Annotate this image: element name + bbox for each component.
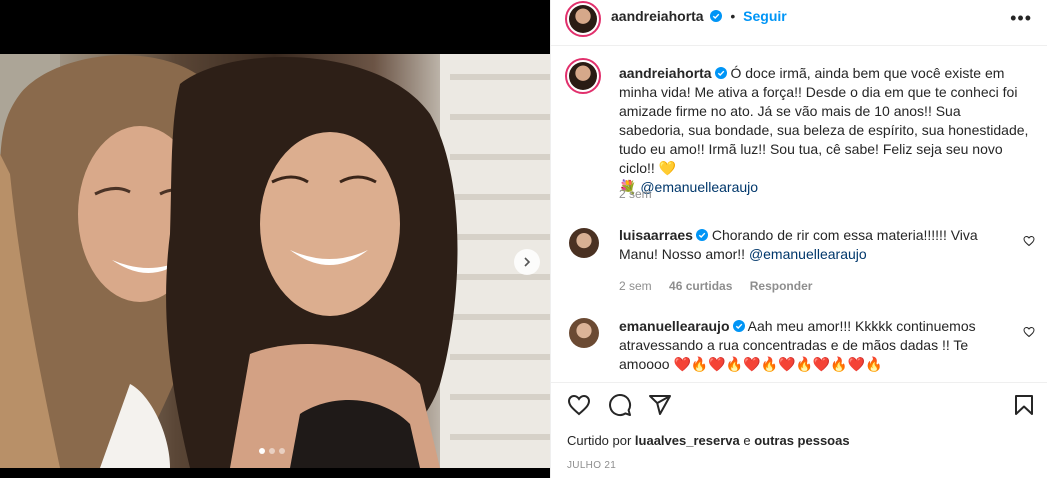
liked-by-others[interactable]: outras pessoas <box>754 433 849 448</box>
comment: luisaarraes Chorando de rir com essa mat… <box>619 226 1009 264</box>
comment-username[interactable]: luisaarraes <box>619 227 693 243</box>
comment-meta: 2 sem 46 curtidas Responder <box>619 279 812 293</box>
caption-text: Ó doce irmã, ainda bem que você existe e… <box>619 65 1029 176</box>
commenter-avatar[interactable] <box>569 228 599 258</box>
carousel-dot <box>259 448 265 454</box>
verified-icon <box>732 320 745 332</box>
post-date[interactable]: JULHO 21 <box>567 460 616 471</box>
verified-icon <box>714 67 727 79</box>
comment-mention[interactable]: @emanuellearaujo <box>749 246 867 262</box>
photo-illustration <box>0 54 550 468</box>
carousel-next-button[interactable] <box>514 249 540 275</box>
post-header: aandreiahorta • Seguir ••• <box>551 0 1047 46</box>
liked-by-prefix: Curtido por <box>567 433 635 448</box>
share-icon[interactable] <box>648 393 672 417</box>
comment-likes[interactable]: 46 curtidas <box>669 279 732 293</box>
liked-by-joiner: e <box>739 433 755 448</box>
caption-mention[interactable]: @emanuellearaujo <box>640 179 758 195</box>
action-bar <box>551 382 1047 424</box>
reply-button[interactable]: Responder <box>750 279 813 293</box>
carousel-dot <box>279 448 285 454</box>
caption-avatar[interactable] <box>565 58 601 94</box>
comment-time[interactable]: 2 sem <box>619 279 652 293</box>
caption: aandreiahorta Ó doce irmã, ainda bem que… <box>619 64 1029 197</box>
heart-icon[interactable] <box>567 393 591 417</box>
heart-icon[interactable] <box>1023 235 1035 247</box>
save-icon[interactable] <box>1012 393 1036 417</box>
chevron-right-icon <box>524 257 531 267</box>
carousel-indicator <box>259 448 285 454</box>
verified-icon <box>695 229 708 241</box>
author-avatar[interactable] <box>565 1 601 37</box>
heart-icon[interactable] <box>1023 326 1035 338</box>
caption-username[interactable]: aandreiahorta <box>619 65 712 81</box>
comment: emanuellearaujo Aah meu amor!!! Kkkkk co… <box>619 317 1014 374</box>
author-username[interactable]: aandreiahorta <box>611 8 704 24</box>
post-photo[interactable] <box>0 54 550 468</box>
caption-time[interactable]: 2 sem <box>619 187 652 201</box>
post-details-panel: aandreiahorta • Seguir ••• aandreiahorta… <box>550 0 1047 478</box>
comment-username[interactable]: emanuellearaujo <box>619 318 730 334</box>
header-separator: • <box>730 8 736 24</box>
comment-icon[interactable] <box>608 393 632 417</box>
liked-by-user[interactable]: luaalves_reserva <box>635 433 740 448</box>
liked-by: Curtido por luaalves_reserva e outras pe… <box>567 433 850 448</box>
follow-button[interactable]: Seguir <box>743 8 787 24</box>
verified-icon <box>710 10 723 22</box>
carousel-dot <box>269 448 275 454</box>
commenter-avatar[interactable] <box>569 318 599 348</box>
more-options-button[interactable]: ••• <box>1010 8 1032 29</box>
post-media <box>0 0 550 478</box>
